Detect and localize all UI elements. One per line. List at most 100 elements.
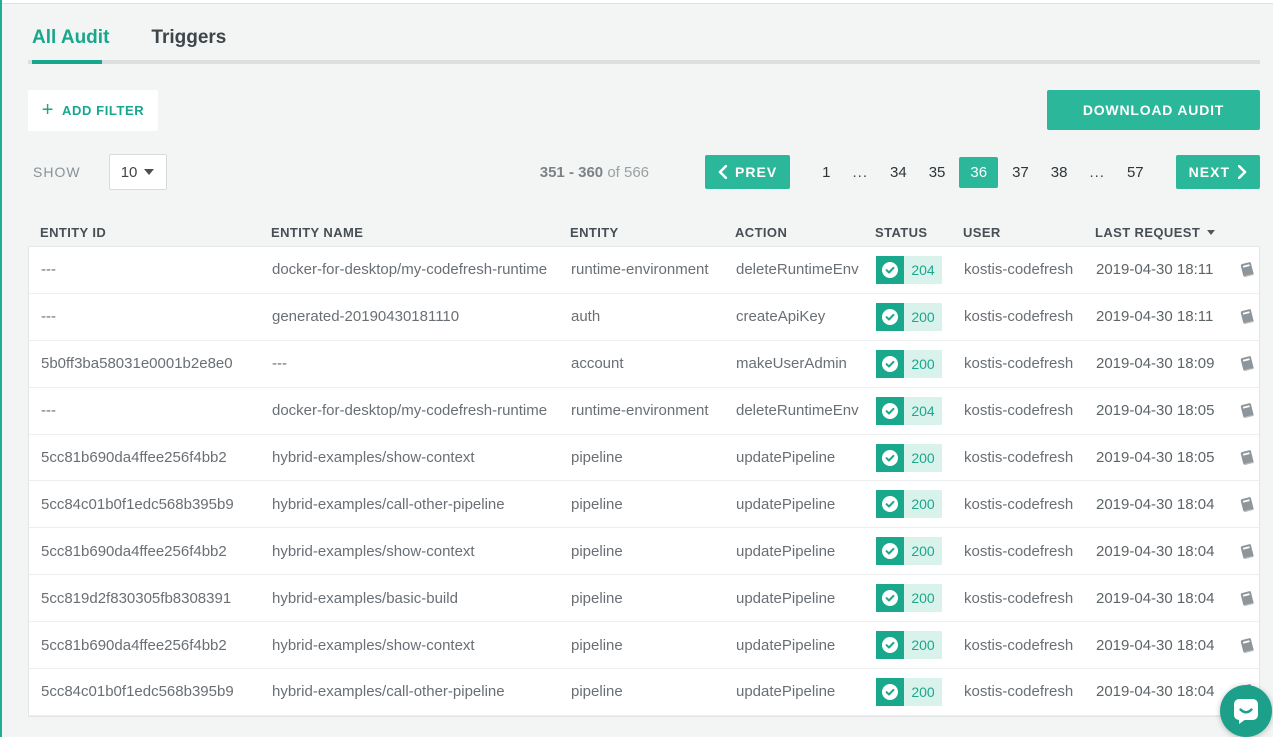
cell-entity: pipeline — [571, 683, 736, 700]
page-size-select[interactable]: 10 — [109, 154, 167, 190]
book-icon — [1239, 355, 1256, 372]
left-accent-bar — [0, 0, 2, 737]
cell-last-request: 2019-04-30 18:04 — [1096, 683, 1236, 700]
audit-payload-button[interactable] — [1236, 543, 1259, 560]
range-of: of — [607, 164, 620, 181]
status-code-badge: 200 — [904, 678, 942, 706]
book-icon — [1239, 261, 1256, 278]
cell-last-request: 2019-04-30 18:04 — [1096, 590, 1236, 607]
tab-underline-track — [28, 60, 1260, 64]
page-number[interactable]: 1 — [814, 158, 838, 187]
column-header-status[interactable]: STATUS — [875, 225, 963, 240]
column-header-entity[interactable]: ENTITY — [570, 225, 735, 240]
add-filter-button[interactable]: + ADD FILTER — [28, 90, 158, 131]
cell-last-request: 2019-04-30 18:11 — [1096, 308, 1236, 325]
success-check-icon — [876, 397, 904, 425]
cell-entity: pipeline — [571, 543, 736, 560]
column-header-last-request[interactable]: LAST REQUEST — [1095, 225, 1235, 240]
audit-payload-button[interactable] — [1236, 308, 1259, 325]
status-code-badge: 200 — [904, 584, 942, 612]
table-row: 5b0ff3ba58031e0001b2e8e0 --- account mak… — [29, 341, 1259, 388]
cell-entity-name: hybrid-examples/show-context — [272, 637, 571, 654]
cell-entity: runtime-environment — [571, 402, 736, 419]
cell-entity: pipeline — [571, 590, 736, 607]
status-code-badge: 200 — [904, 631, 942, 659]
column-header-action[interactable]: ACTION — [735, 225, 875, 240]
cell-action: updatePipeline — [736, 590, 876, 607]
cell-entity-name: hybrid-examples/show-context — [272, 449, 571, 466]
cell-entity-id: 5cc81b690da4ffee256f4bb2 — [41, 637, 272, 654]
table-row: --- generated-20190430181110 auth create… — [29, 294, 1259, 341]
toolbar: + ADD FILTER DOWNLOAD AUDIT — [28, 90, 1260, 131]
success-check-icon — [876, 490, 904, 518]
column-header-user[interactable]: USER — [963, 225, 1095, 240]
page-size-value: 10 — [121, 164, 138, 181]
table-row: 5cc81b690da4ffee256f4bb2 hybrid-examples… — [29, 435, 1259, 482]
cell-user: kostis-codefresh — [964, 590, 1096, 607]
cell-last-request: 2019-04-30 18:05 — [1096, 449, 1236, 466]
cell-action: updatePipeline — [736, 496, 876, 513]
download-audit-button[interactable]: DOWNLOAD AUDIT — [1047, 90, 1260, 130]
page-number[interactable]: 57 — [1119, 158, 1152, 187]
cell-entity-id: 5cc81b690da4ffee256f4bb2 — [41, 543, 272, 560]
chevron-left-icon — [718, 165, 727, 179]
cell-status: 204 — [876, 397, 964, 425]
table-row: 5cc84c01b0f1edc568b395b9 hybrid-examples… — [29, 669, 1259, 716]
audit-page: All Audit Triggers + ADD FILTER DOWNLOAD… — [0, 27, 1273, 717]
cell-last-request: 2019-04-30 18:04 — [1096, 543, 1236, 560]
page-number[interactable]: 38 — [1043, 158, 1076, 187]
prev-label: PREV — [735, 164, 777, 180]
chat-launcher-button[interactable] — [1220, 685, 1272, 737]
cell-action: updatePipeline — [736, 543, 876, 560]
column-header-entity-name[interactable]: ENTITY NAME — [271, 225, 570, 240]
audit-table: --- docker-for-desktop/my-codefresh-runt… — [28, 246, 1260, 717]
cell-user: kostis-codefresh — [964, 449, 1096, 466]
table-row: --- docker-for-desktop/my-codefresh-runt… — [29, 247, 1259, 294]
cell-entity: pipeline — [571, 449, 736, 466]
cell-entity-name: hybrid-examples/call-other-pipeline — [272, 496, 571, 513]
range-total: 566 — [624, 164, 649, 181]
status-code-badge: 200 — [904, 350, 942, 378]
success-check-icon — [876, 678, 904, 706]
cell-status: 200 — [876, 678, 964, 706]
cell-entity-name: --- — [272, 355, 571, 372]
success-check-icon — [876, 631, 904, 659]
tab-all-audit[interactable]: All Audit — [32, 27, 109, 60]
cell-entity: account — [571, 355, 736, 372]
cell-entity-id: 5cc81b690da4ffee256f4bb2 — [41, 449, 272, 466]
cell-action: deleteRuntimeEnv — [736, 261, 876, 278]
cell-status: 200 — [876, 584, 964, 612]
audit-payload-button[interactable] — [1236, 355, 1259, 372]
cell-entity: auth — [571, 308, 736, 325]
audit-payload-button[interactable] — [1236, 637, 1259, 654]
cell-action: updatePipeline — [736, 683, 876, 700]
page-number[interactable]: 35 — [921, 158, 954, 187]
cell-status: 200 — [876, 490, 964, 518]
book-icon — [1239, 402, 1256, 419]
audit-payload-button[interactable] — [1236, 496, 1259, 513]
audit-payload-button[interactable] — [1236, 402, 1259, 419]
page-number[interactable]: 36 — [959, 157, 998, 188]
audit-payload-button[interactable] — [1236, 449, 1259, 466]
success-check-icon — [876, 444, 904, 472]
book-icon — [1239, 543, 1256, 560]
page-number[interactable]: 37 — [1004, 158, 1037, 187]
prev-button[interactable]: PREV — [705, 155, 790, 189]
tab-triggers[interactable]: Triggers — [151, 27, 226, 60]
audit-payload-button[interactable] — [1236, 590, 1259, 607]
cell-entity-name: docker-for-desktop/my-codefresh-runtime — [272, 402, 571, 419]
plus-icon: + — [42, 100, 54, 120]
cell-entity-name: docker-for-desktop/my-codefresh-runtime — [272, 261, 571, 278]
cell-status: 200 — [876, 303, 964, 331]
table-controls: SHOW 10 351 - 360 of 566 PREV 1...343536… — [28, 154, 1260, 190]
success-check-icon — [876, 584, 904, 612]
success-check-icon — [876, 350, 904, 378]
cell-entity-id: --- — [41, 308, 272, 325]
success-check-icon — [876, 303, 904, 331]
status-code-badge: 204 — [904, 256, 942, 284]
page-number[interactable]: 34 — [882, 158, 915, 187]
audit-payload-button[interactable] — [1236, 261, 1259, 278]
next-button[interactable]: NEXT — [1176, 155, 1260, 189]
show-label: SHOW — [33, 164, 81, 180]
column-header-entity-id[interactable]: ENTITY ID — [40, 225, 271, 240]
